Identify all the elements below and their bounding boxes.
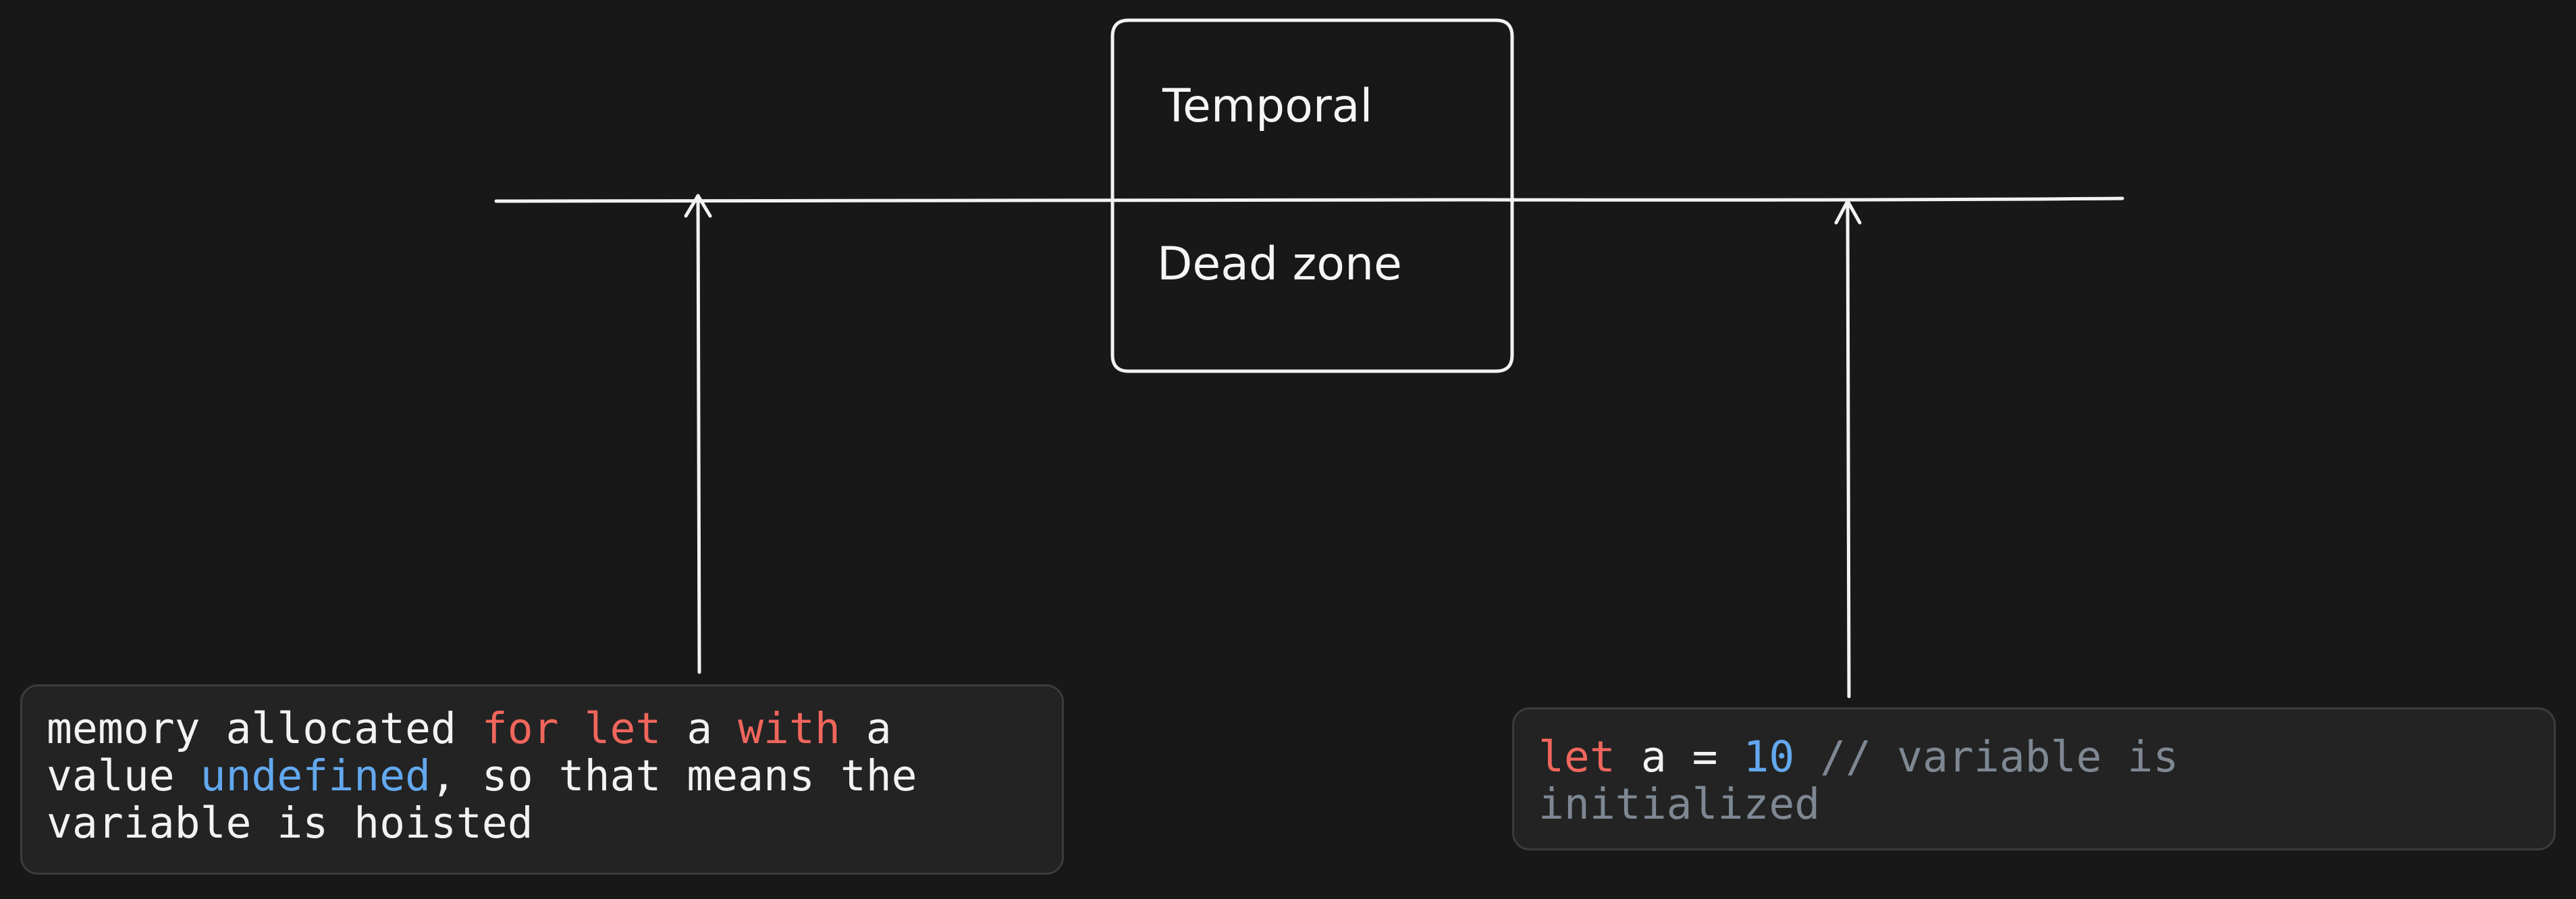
code-comment: // variable is (1820, 732, 2179, 782)
text (559, 704, 585, 753)
arrow-hoisting-shaft (696, 194, 701, 674)
note-hoisting-line-1: memory allocated for let a with a (47, 705, 1062, 753)
value-undefined: undefined (200, 751, 431, 800)
text: a (840, 704, 892, 753)
value-10: 10 (1743, 732, 1795, 782)
arrow-initialization-shaft (1846, 199, 1851, 699)
text: a = (1615, 732, 1744, 782)
text: memory allocated (47, 704, 482, 753)
note-initialization-line-1: let a = 10 // variable is (1538, 734, 2554, 781)
arrow-initialization (1834, 199, 1862, 699)
text: a (661, 704, 739, 753)
text: value (47, 751, 200, 800)
box-label-temporal: Temporal (1162, 80, 1373, 133)
keyword-let: let (1538, 732, 1615, 782)
temporal-dead-zone-box (1110, 18, 1514, 373)
note-initialization-line-2: initialized (1538, 781, 2554, 828)
text: , so that means the (430, 751, 917, 800)
box-label-dead-zone: Dead zone (1157, 238, 1402, 291)
text (1794, 732, 1820, 782)
note-hoisting-line-3: variable is hoisted (47, 798, 533, 848)
arrow-hoisting (684, 194, 712, 674)
keyword-with: with (738, 704, 840, 753)
note-initialization: let a = 10 // variable is initialized (1512, 707, 2556, 850)
code-comment: initialized (1538, 780, 1821, 829)
note-hoisting: memory allocated for let a with a value u… (20, 684, 1064, 875)
keyword-for: for (481, 704, 559, 753)
keyword-let: let (584, 704, 662, 753)
note-hoisting-line-2: value undefined, so that means the (47, 753, 1062, 800)
timeline-line (494, 196, 2124, 203)
